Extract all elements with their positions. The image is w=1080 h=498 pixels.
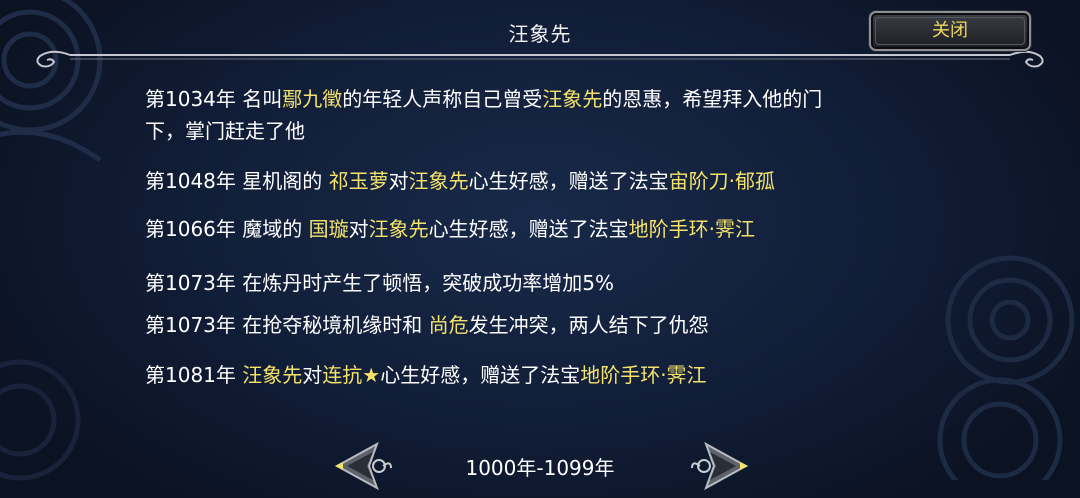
character-history-screen: 汪象先 关闭 第1034年 名叫鄢九徵的年轻人声称自己曾受汪象先的恩惠，希望拜入… [0, 0, 1080, 498]
event-text: 在炼丹时产生了顿悟，突破成功率增加5% [235, 271, 614, 295]
previous-page-arrow-icon[interactable] [333, 440, 395, 492]
event-text: 在抢夺秘境机缘时和 [235, 313, 429, 337]
event-text: 对 [388, 169, 409, 193]
highlighted-name: 宙阶刀·郁孤 [668, 169, 775, 193]
event-line-continuation: 下，掌门赶走了他 [145, 119, 305, 143]
event-year: 第1048年 [145, 169, 236, 193]
highlighted-name: 汪象先 [242, 363, 303, 387]
event-text: 对 [302, 363, 323, 387]
highlighted-name: 地阶手环·霁江 [628, 217, 755, 241]
next-page-arrow-icon[interactable] [688, 440, 750, 492]
event-line: 第1048年 星机阁的 祁玉萝对汪象先心生好感，赠送了法宝宙阶刀·郁孤 [145, 166, 775, 196]
event-year: 第1034年 [145, 87, 236, 111]
event-text: 魔域的 [235, 217, 309, 241]
highlighted-name: 汪象先 [408, 169, 469, 193]
event-text: 心生好感，赠送了法宝 [380, 363, 581, 387]
event-line: 第1034年 名叫鄢九徵的年轻人声称自己曾受汪象先的恩惠，希望拜入他的门 [145, 84, 822, 114]
event-year: 第1081年 [145, 363, 236, 387]
event-text: 对 [348, 217, 369, 241]
highlighted-name: 尚危 [428, 313, 469, 337]
highlighted-name: 汪象先 [368, 217, 429, 241]
close-button[interactable]: 关闭 [869, 11, 1031, 51]
highlighted-name: 连抗★ [322, 363, 381, 387]
highlighted-name: 地阶手环·霁江 [580, 363, 707, 387]
event-text: 心生好感，赠送了法宝 [428, 217, 629, 241]
highlighted-name: 祁玉萝 [328, 169, 389, 193]
event-year: 第1073年 [145, 313, 236, 337]
event-text: 的恩惠，希望拜入他的门 [602, 87, 823, 111]
event-text: 心生好感，赠送了法宝 [468, 169, 669, 193]
event-text: 的年轻人声称自己曾受 [342, 87, 543, 111]
highlighted-name: 国璇 [308, 217, 349, 241]
highlighted-name: 鄢九徵 [282, 87, 343, 111]
event-text: 发生冲突，两人结下了仇怨 [468, 313, 709, 337]
highlighted-name: 汪象先 [542, 87, 603, 111]
event-line: 第1073年 在炼丹时产生了顿悟，突破成功率增加5% [145, 268, 614, 298]
event-year: 第1066年 [145, 217, 236, 241]
cloud-swirl-decoration-icon [0, 359, 81, 481]
event-year: 第1073年 [145, 271, 236, 295]
event-text: 名叫 [235, 87, 283, 111]
page-range-label: 1000年-1099年 [465, 456, 615, 480]
event-text: 星机阁的 [235, 169, 329, 193]
event-line: 第1066年 魔域的 国璇对汪象先心生好感，赠送了法宝地阶手环·霁江 [145, 214, 755, 244]
close-button-label: 关闭 [932, 20, 968, 41]
event-line: 第1081年 汪象先对连抗★心生好感，赠送了法宝地阶手环·霁江 [145, 360, 707, 390]
event-line: 第1073年 在抢夺秘境机缘时和 尚危发生冲突，两人结下了仇怨 [145, 310, 709, 340]
cloud-swirl-decoration-icon [937, 255, 1075, 480]
